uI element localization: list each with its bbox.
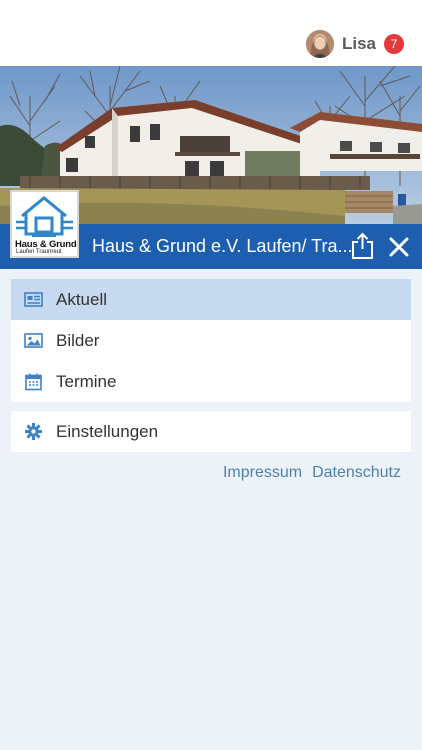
menu-label: Termine (56, 372, 117, 391)
user-name: Lisa (341, 34, 376, 53)
notification-badge[interactable]: 7 (384, 34, 404, 54)
menu-item-termine[interactable]: Termine (11, 361, 411, 402)
calendar-icon (25, 373, 42, 391)
avatar[interactable] (305, 30, 334, 58)
menu-label: Einstellungen (56, 422, 159, 441)
menu-item-einstellungen[interactable]: Einstellungen (11, 411, 411, 452)
settings-menu: Einstellungen (11, 411, 411, 452)
menu-label: Aktuell (56, 290, 108, 309)
image-icon (24, 333, 43, 348)
house-logo-icon (16, 196, 73, 237)
menu-item-bilder[interactable]: Bilder (11, 320, 411, 361)
user-profile[interactable]: Lisa 7 (305, 28, 404, 60)
menu-item-aktuell[interactable]: Aktuell (11, 279, 411, 320)
datenschutz-link[interactable]: Datenschutz (312, 464, 401, 482)
logo-subtitle: Laufen Traunreut (16, 249, 62, 255)
footer-links: Impressum Datenschutz (223, 464, 401, 482)
page-title: Haus & Grund e.V. Laufen/ Tra... (92, 236, 353, 256)
gear-icon (25, 423, 42, 440)
share-button[interactable] (350, 232, 376, 260)
logo: Haus & Grund Laufen Traunreut (10, 190, 79, 258)
share-icon (352, 232, 373, 259)
menu-label: Bilder (56, 331, 100, 350)
main-menu: Aktuell Bilder Termine (11, 279, 411, 402)
impressum-link[interactable]: Impressum (223, 464, 302, 482)
top-bar: Lisa 7 (0, 0, 422, 66)
close-icon (389, 237, 409, 257)
close-button[interactable] (386, 234, 412, 260)
newspaper-icon (24, 292, 43, 307)
